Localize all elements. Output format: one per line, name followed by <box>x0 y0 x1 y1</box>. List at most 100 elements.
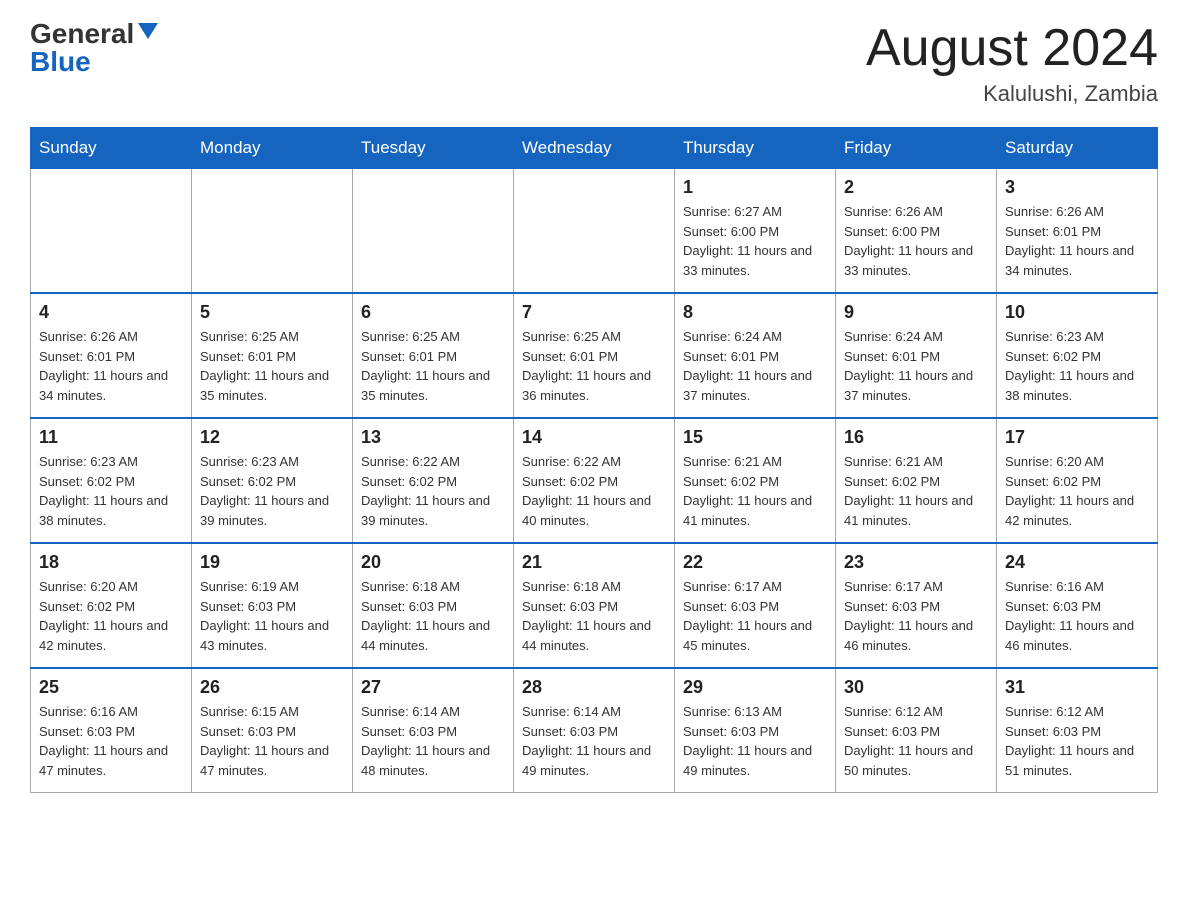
day-of-week-header: Saturday <box>997 128 1158 169</box>
day-number: 23 <box>844 552 988 573</box>
calendar-day-cell: 31 Sunrise: 6:12 AMSunset: 6:03 PMDayligh… <box>997 668 1158 793</box>
day-number: 5 <box>200 302 344 323</box>
day-number: 21 <box>522 552 666 573</box>
day-of-week-header: Sunday <box>31 128 192 169</box>
calendar-day-cell: 14 Sunrise: 6:22 AMSunset: 6:02 PMDayligh… <box>514 418 675 543</box>
day-number: 20 <box>361 552 505 573</box>
page-header: General Blue August 2024 Kalulushi, Zamb… <box>30 20 1158 107</box>
day-info: Sunrise: 6:14 AMSunset: 6:03 PMDaylight:… <box>522 702 666 780</box>
calendar-day-cell: 13Sunrise: 6:22 AMSunset: 6:02 PMDayligh… <box>353 418 514 543</box>
calendar-day-cell: 26 Sunrise: 6:15 AMSunset: 6:03 PMDayligh… <box>192 668 353 793</box>
day-info: Sunrise: 6:12 AMSunset: 6:03 PMDaylight:… <box>844 702 988 780</box>
calendar-day-cell: 24 Sunrise: 6:16 AMSunset: 6:03 PMDayligh… <box>997 543 1158 668</box>
calendar-day-cell: 11 Sunrise: 6:23 AMSunset: 6:02 PMDayligh… <box>31 418 192 543</box>
day-of-week-header: Wednesday <box>514 128 675 169</box>
calendar-day-cell: 5 Sunrise: 6:25 AMSunset: 6:01 PMDaylight… <box>192 293 353 418</box>
calendar-day-cell: 9Sunrise: 6:24 AMSunset: 6:01 PMDaylight… <box>836 293 997 418</box>
logo: General Blue <box>30 20 158 76</box>
day-of-week-header: Tuesday <box>353 128 514 169</box>
day-info: Sunrise: 6:18 AMSunset: 6:03 PMDaylight:… <box>361 577 505 655</box>
day-info: Sunrise: 6:17 AMSunset: 6:03 PMDaylight:… <box>683 577 827 655</box>
day-info: Sunrise: 6:15 AMSunset: 6:03 PMDaylight:… <box>200 702 344 780</box>
day-number: 11 <box>39 427 183 448</box>
calendar-day-cell <box>192 169 353 294</box>
calendar-day-cell: 12Sunrise: 6:23 AMSunset: 6:02 PMDayligh… <box>192 418 353 543</box>
calendar-day-cell: 8 Sunrise: 6:24 AMSunset: 6:01 PMDaylight… <box>675 293 836 418</box>
day-info: Sunrise: 6:26 AMSunset: 6:00 PMDaylight:… <box>844 202 988 280</box>
day-number: 17 <box>1005 427 1149 448</box>
day-info: Sunrise: 6:23 AMSunset: 6:02 PMDaylight:… <box>1005 327 1149 405</box>
day-info: Sunrise: 6:23 AMSunset: 6:02 PMDaylight:… <box>39 452 183 530</box>
calendar-week-row: 4Sunrise: 6:26 AMSunset: 6:01 PMDaylight… <box>31 293 1158 418</box>
calendar-day-cell: 20 Sunrise: 6:18 AMSunset: 6:03 PMDayligh… <box>353 543 514 668</box>
day-info: Sunrise: 6:20 AMSunset: 6:02 PMDaylight:… <box>39 577 183 655</box>
day-info: Sunrise: 6:25 AMSunset: 6:01 PMDaylight:… <box>361 327 505 405</box>
day-info: Sunrise: 6:16 AMSunset: 6:03 PMDaylight:… <box>39 702 183 780</box>
day-info: Sunrise: 6:25 AMSunset: 6:01 PMDaylight:… <box>200 327 344 405</box>
calendar-day-cell: 28 Sunrise: 6:14 AMSunset: 6:03 PMDayligh… <box>514 668 675 793</box>
calendar-week-row: 11 Sunrise: 6:23 AMSunset: 6:02 PMDayligh… <box>31 418 1158 543</box>
day-info: Sunrise: 6:26 AMSunset: 6:01 PMDaylight:… <box>1005 202 1149 280</box>
day-number: 9 <box>844 302 988 323</box>
calendar-day-cell: 17 Sunrise: 6:20 AMSunset: 6:02 PMDayligh… <box>997 418 1158 543</box>
calendar-week-row: 1Sunrise: 6:27 AMSunset: 6:00 PMDaylight… <box>31 169 1158 294</box>
calendar-week-row: 18Sunrise: 6:20 AMSunset: 6:02 PMDayligh… <box>31 543 1158 668</box>
day-info: Sunrise: 6:21 AMSunset: 6:02 PMDaylight:… <box>683 452 827 530</box>
day-number: 8 <box>683 302 827 323</box>
day-info: Sunrise: 6:18 AMSunset: 6:03 PMDaylight:… <box>522 577 666 655</box>
logo-triangle-icon <box>138 23 158 39</box>
day-number: 14 <box>522 427 666 448</box>
calendar-day-cell: 18Sunrise: 6:20 AMSunset: 6:02 PMDayligh… <box>31 543 192 668</box>
day-number: 26 <box>200 677 344 698</box>
day-info: Sunrise: 6:24 AMSunset: 6:01 PMDaylight:… <box>683 327 827 405</box>
day-info: Sunrise: 6:13 AMSunset: 6:03 PMDaylight:… <box>683 702 827 780</box>
day-info: Sunrise: 6:14 AMSunset: 6:03 PMDaylight:… <box>361 702 505 780</box>
calendar-day-cell: 10 Sunrise: 6:23 AMSunset: 6:02 PMDayligh… <box>997 293 1158 418</box>
day-of-week-header: Thursday <box>675 128 836 169</box>
day-number: 27 <box>361 677 505 698</box>
day-of-week-header: Monday <box>192 128 353 169</box>
day-number: 28 <box>522 677 666 698</box>
calendar-day-cell: 16Sunrise: 6:21 AMSunset: 6:02 PMDayligh… <box>836 418 997 543</box>
day-info: Sunrise: 6:19 AMSunset: 6:03 PMDaylight:… <box>200 577 344 655</box>
day-info: Sunrise: 6:20 AMSunset: 6:02 PMDaylight:… <box>1005 452 1149 530</box>
day-number: 19 <box>200 552 344 573</box>
calendar-day-cell: 7Sunrise: 6:25 AMSunset: 6:01 PMDaylight… <box>514 293 675 418</box>
day-of-week-header: Friday <box>836 128 997 169</box>
day-info: Sunrise: 6:21 AMSunset: 6:02 PMDaylight:… <box>844 452 988 530</box>
calendar-day-cell: 1Sunrise: 6:27 AMSunset: 6:00 PMDaylight… <box>675 169 836 294</box>
calendar-day-cell: 4Sunrise: 6:26 AMSunset: 6:01 PMDaylight… <box>31 293 192 418</box>
month-title: August 2024 <box>866 20 1158 77</box>
logo-general-text: General <box>30 20 134 48</box>
day-number: 31 <box>1005 677 1149 698</box>
day-info: Sunrise: 6:22 AMSunset: 6:02 PMDaylight:… <box>522 452 666 530</box>
logo-blue-text: Blue <box>30 48 91 76</box>
calendar-table: SundayMondayTuesdayWednesdayThursdayFrid… <box>30 127 1158 793</box>
calendar-day-cell: 29 Sunrise: 6:13 AMSunset: 6:03 PMDayligh… <box>675 668 836 793</box>
day-number: 10 <box>1005 302 1149 323</box>
calendar-day-cell <box>514 169 675 294</box>
calendar-day-cell: 21 Sunrise: 6:18 AMSunset: 6:03 PMDayligh… <box>514 543 675 668</box>
calendar-day-cell: 2 Sunrise: 6:26 AMSunset: 6:00 PMDaylight… <box>836 169 997 294</box>
title-section: August 2024 Kalulushi, Zambia <box>866 20 1158 107</box>
day-number: 24 <box>1005 552 1149 573</box>
day-number: 2 <box>844 177 988 198</box>
location: Kalulushi, Zambia <box>866 81 1158 107</box>
day-info: Sunrise: 6:23 AMSunset: 6:02 PMDaylight:… <box>200 452 344 530</box>
day-info: Sunrise: 6:16 AMSunset: 6:03 PMDaylight:… <box>1005 577 1149 655</box>
day-number: 30 <box>844 677 988 698</box>
calendar-day-cell: 15 Sunrise: 6:21 AMSunset: 6:02 PMDayligh… <box>675 418 836 543</box>
day-info: Sunrise: 6:27 AMSunset: 6:00 PMDaylight:… <box>683 202 827 280</box>
calendar-day-cell <box>353 169 514 294</box>
day-number: 13 <box>361 427 505 448</box>
day-info: Sunrise: 6:12 AMSunset: 6:03 PMDaylight:… <box>1005 702 1149 780</box>
calendar-day-cell: 23Sunrise: 6:17 AMSunset: 6:03 PMDayligh… <box>836 543 997 668</box>
day-number: 15 <box>683 427 827 448</box>
calendar-day-cell: 25Sunrise: 6:16 AMSunset: 6:03 PMDayligh… <box>31 668 192 793</box>
calendar-day-cell: 6Sunrise: 6:25 AMSunset: 6:01 PMDaylight… <box>353 293 514 418</box>
day-number: 22 <box>683 552 827 573</box>
day-number: 29 <box>683 677 827 698</box>
calendar-header-row: SundayMondayTuesdayWednesdayThursdayFrid… <box>31 128 1158 169</box>
calendar-day-cell: 27 Sunrise: 6:14 AMSunset: 6:03 PMDayligh… <box>353 668 514 793</box>
day-info: Sunrise: 6:25 AMSunset: 6:01 PMDaylight:… <box>522 327 666 405</box>
